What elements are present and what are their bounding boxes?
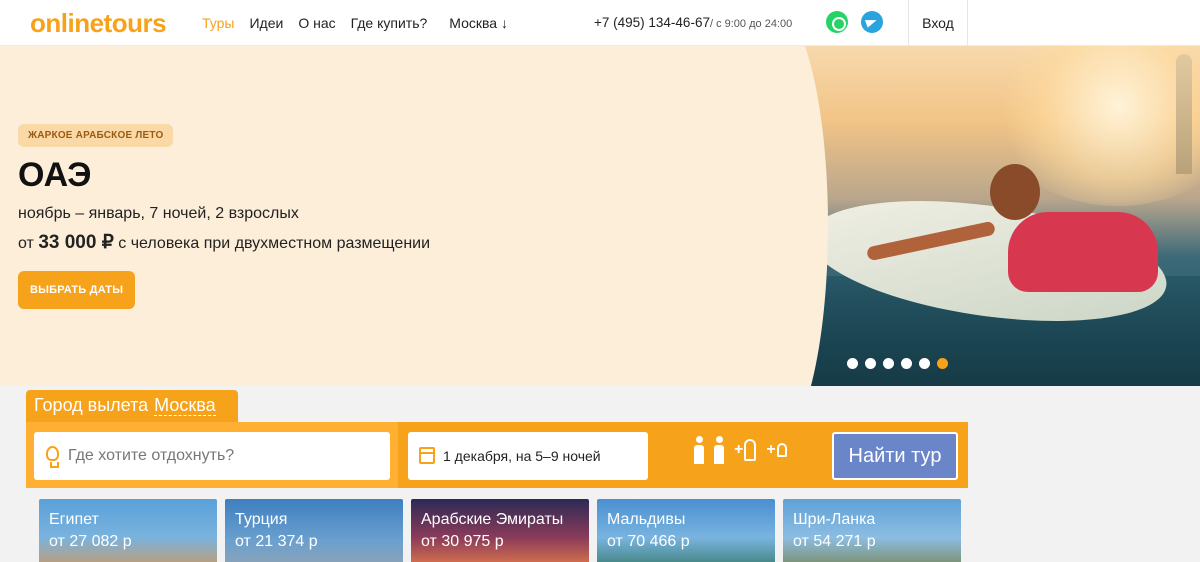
popular-destinations: Египет от 27 082 р Турция от 21 374 р Ар…: [39, 499, 961, 562]
departure-city-label: Город вылета: [34, 395, 149, 415]
add-adult-icon: [744, 439, 757, 461]
nav-ideas[interactable]: Идеи: [249, 15, 283, 31]
slider-dot[interactable]: [883, 358, 894, 369]
lightbulb-icon: [46, 446, 59, 468]
adult-icon: [694, 436, 704, 464]
slider-dot-active[interactable]: [937, 358, 948, 369]
add-adult-plus: +: [734, 441, 744, 458]
departure-city-tab: Город вылета Москва: [26, 390, 238, 423]
destination-name: Мальдивы: [607, 511, 686, 528]
main-nav: Туры Идеи О нас Где купить? Москва ↓: [202, 15, 523, 31]
destination-card-egypt[interactable]: Египет от 27 082 р: [39, 499, 217, 562]
phone-text: +7 (495) 134-46-67: [594, 15, 710, 30]
tour-search-form: 1 декабря, на 5–9 ночей + + Найти тур: [26, 422, 968, 488]
destination-name: Египет: [49, 511, 99, 528]
destination-field[interactable]: [34, 432, 390, 480]
hero-price-prefix: от: [18, 235, 34, 252]
hero-content: ЖАРКОЕ АРАБСКОЕ ЛЕТО ОАЭ ноябрь – январь…: [18, 124, 430, 309]
site-header: onlinetours Туры Идеи О нас Где купить? …: [0, 0, 1200, 46]
city-selector[interactable]: Москва ↓: [449, 15, 508, 31]
destination-input[interactable]: [68, 432, 368, 480]
dates-value: 1 декабря, на 5–9 ночей: [443, 448, 601, 464]
slider-dot[interactable]: [847, 358, 858, 369]
destination-price: от 30 975 р: [421, 533, 504, 550]
departure-city-value[interactable]: Москва: [154, 395, 216, 416]
travelers-selector[interactable]: + +: [694, 436, 787, 464]
destination-card-sri-lanka[interactable]: Шри-Ланка от 54 271 р: [783, 499, 961, 562]
slider-dot[interactable]: [865, 358, 876, 369]
logo[interactable]: onlinetours: [30, 8, 167, 38]
slider-dot[interactable]: [919, 358, 930, 369]
add-adult-button[interactable]: +: [734, 439, 757, 461]
hero-surfer: [865, 164, 1158, 314]
phone-number[interactable]: +7 (495) 134-46-67/ с 9:00 до 24:00: [594, 15, 792, 30]
hero-price-suffix: с человека при двухместном размещении: [118, 235, 431, 252]
nav-about[interactable]: О нас: [298, 15, 335, 31]
surfer-head: [990, 164, 1040, 220]
hero-photo-surfer: [708, 46, 1200, 386]
nav-where-to-buy[interactable]: Где купить?: [351, 15, 428, 31]
destination-price: от 54 271 р: [793, 533, 876, 550]
hero-tag: ЖАРКОЕ АРАБСКОЕ ЛЕТО: [18, 124, 174, 147]
dates-field[interactable]: 1 декабря, на 5–9 ночей: [408, 432, 648, 480]
destination-price: от 27 082 р: [49, 533, 132, 550]
destination-price: от 21 374 р: [235, 533, 318, 550]
find-tour-button[interactable]: Найти тур: [832, 432, 958, 480]
destination-price: от 70 466 р: [607, 533, 690, 550]
telegram-icon[interactable]: [861, 11, 883, 33]
surfer-body: [1008, 212, 1158, 292]
destination-name: Турция: [235, 511, 288, 528]
hero-subtitle: ноябрь – январь, 7 ночей, 2 взрослых: [18, 205, 299, 222]
destination-card-uae[interactable]: Арабские Эмираты от 30 975 р: [411, 499, 589, 562]
login-button[interactable]: Вход: [908, 0, 968, 46]
hero-tower: [1176, 54, 1192, 174]
destination-name: Арабские Эмираты: [421, 511, 564, 528]
hero-price-line: от 33 000 ₽ с человека при двухместном р…: [18, 231, 430, 254]
add-child-icon: [776, 443, 787, 457]
hero-photo-edge: [708, 46, 828, 386]
hero-title: ОАЭ: [18, 156, 92, 194]
adult-icon: [714, 436, 724, 464]
slider-dots: [847, 358, 948, 369]
add-child-button[interactable]: +: [766, 441, 787, 459]
whatsapp-icon[interactable]: [826, 11, 848, 33]
hero-banner: ЖАРКОЕ АРАБСКОЕ ЛЕТО ОАЭ ноябрь – январь…: [0, 46, 1200, 386]
hero-price-value: 33 000 ₽: [38, 232, 114, 253]
choose-dates-button[interactable]: ВЫБРАТЬ ДАТЫ: [18, 271, 136, 309]
logo-text: onlinetours: [30, 8, 167, 38]
destination-card-maldives[interactable]: Мальдивы от 70 466 р: [597, 499, 775, 562]
destination-card-turkey[interactable]: Турция от 21 374 р: [225, 499, 403, 562]
add-child-plus: +: [766, 441, 776, 458]
destination-name: Шри-Ланка: [793, 511, 876, 528]
phone-hours: / с 9:00 до 24:00: [709, 18, 793, 30]
calendar-icon: [419, 447, 435, 464]
nav-tours[interactable]: Туры: [202, 15, 234, 31]
slider-dot[interactable]: [901, 358, 912, 369]
